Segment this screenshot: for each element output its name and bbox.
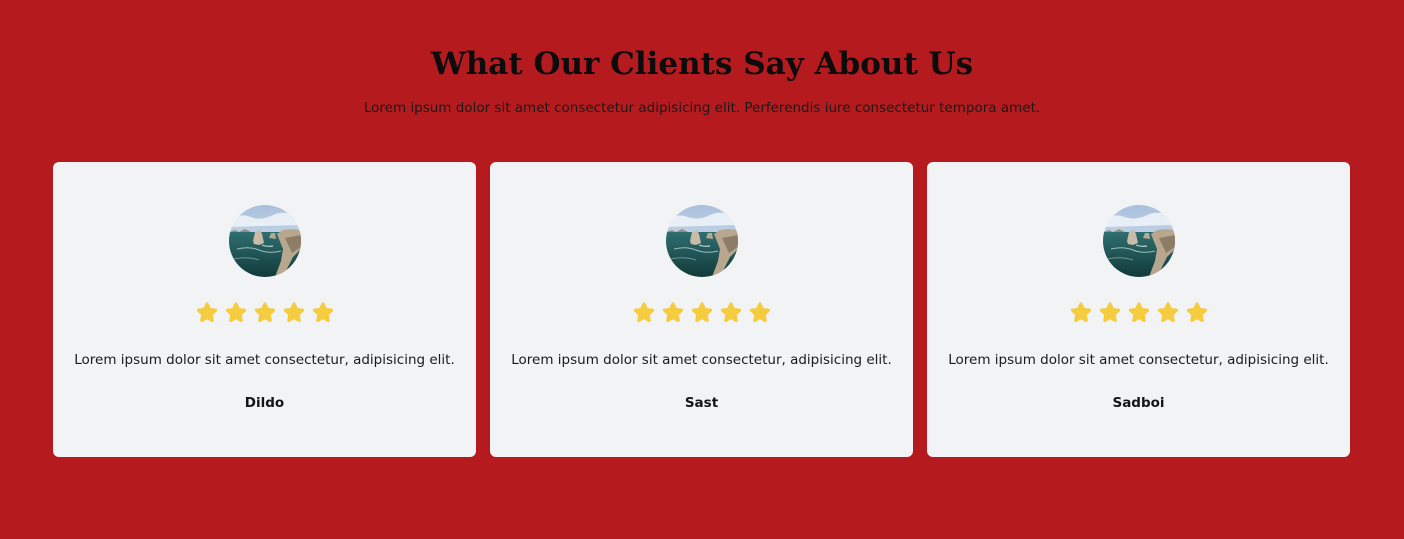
section-title: What Our Clients Say About Us	[430, 46, 974, 82]
coastal-cliffs-photo-icon	[665, 205, 738, 277]
star-icon	[1127, 301, 1151, 324]
star-icon	[195, 301, 219, 324]
star-rating	[490, 301, 913, 324]
star-icon	[1185, 301, 1209, 324]
star-icon	[719, 301, 743, 324]
star-icon	[1156, 301, 1180, 324]
star-rating	[53, 301, 476, 324]
testimonial-card: Lorem ipsum dolor sit amet consectetur, …	[53, 162, 476, 457]
section-subtitle: Lorem ipsum dolor sit amet consectetur a…	[363, 100, 1041, 116]
star-icon	[253, 301, 277, 324]
star-icon	[748, 301, 772, 324]
avatar	[665, 205, 738, 277]
testimonial-card: Lorem ipsum dolor sit amet consectetur, …	[490, 162, 913, 457]
client-name: Dildo	[244, 395, 285, 411]
star-icon	[224, 301, 248, 324]
testimonial-card: Lorem ipsum dolor sit amet consectetur, …	[927, 162, 1350, 457]
testimonial-quote: Lorem ipsum dolor sit amet consectetur, …	[948, 352, 1329, 368]
star-icon	[1069, 301, 1093, 324]
star-icon	[690, 301, 714, 324]
avatar	[1102, 205, 1175, 277]
coastal-cliffs-photo-icon	[228, 205, 301, 277]
star-rating	[927, 301, 1350, 324]
star-icon	[632, 301, 656, 324]
star-icon	[311, 301, 335, 324]
star-icon	[282, 301, 306, 324]
testimonial-quote: Lorem ipsum dolor sit amet consectetur, …	[511, 352, 892, 368]
coastal-cliffs-photo-icon	[1102, 205, 1175, 277]
avatar	[228, 205, 301, 277]
testimonial-cards: Lorem ipsum dolor sit amet consectetur, …	[53, 162, 1350, 457]
testimonial-quote: Lorem ipsum dolor sit amet consectetur, …	[74, 352, 455, 368]
client-name: Sast	[684, 395, 719, 411]
testimonials-section: What Our Clients Say About Us Lorem ipsu…	[0, 0, 1404, 539]
star-icon	[1098, 301, 1122, 324]
client-name: Sadboi	[1112, 395, 1165, 411]
star-icon	[661, 301, 685, 324]
